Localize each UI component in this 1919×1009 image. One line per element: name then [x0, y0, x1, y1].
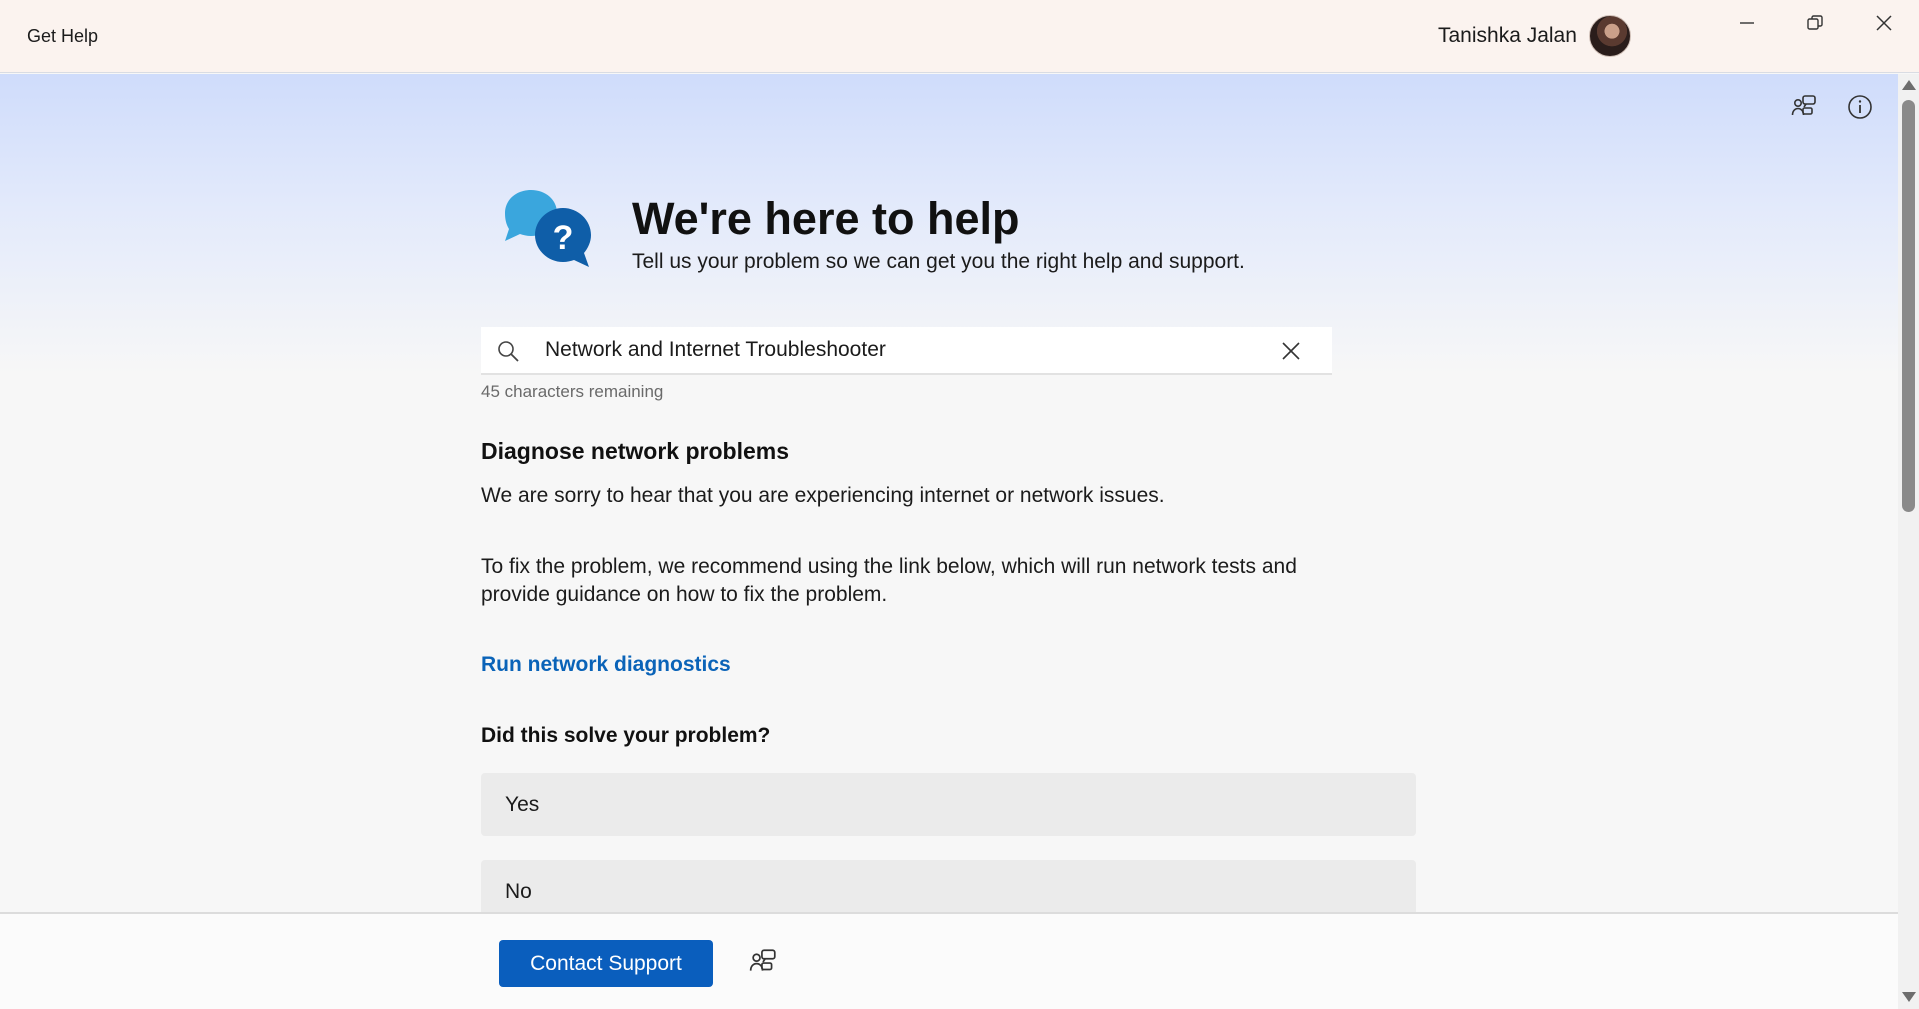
contact-support-button[interactable]: Contact Support: [499, 940, 713, 987]
close-icon: [1876, 15, 1892, 31]
footer-bar: Contact Support: [0, 912, 1898, 1009]
search-box[interactable]: [481, 327, 1332, 375]
clear-icon: [1282, 342, 1300, 360]
yes-button[interactable]: Yes: [481, 773, 1416, 836]
contact-support-icon-button[interactable]: [1789, 92, 1819, 122]
restore-button[interactable]: [1781, 0, 1849, 46]
user-account[interactable]: Tanishka Jalan: [1438, 14, 1631, 58]
recommendation-message: To fix the problem, we recommend using t…: [481, 555, 1297, 606]
minimize-button[interactable]: [1713, 0, 1781, 46]
close-button[interactable]: [1850, 0, 1918, 46]
user-name: Tanishka Jalan: [1438, 24, 1577, 47]
app-title: Get Help: [27, 26, 99, 46]
page-subtitle: Tell us your problem so we can get you t…: [632, 250, 1245, 273]
info-button[interactable]: [1845, 92, 1875, 122]
avatar[interactable]: [1588, 15, 1631, 57]
info-icon: [1848, 95, 1872, 119]
help-chat-bubble-icon: ?: [505, 190, 591, 267]
run-network-diagnostics-link[interactable]: Run network diagnostics: [481, 653, 731, 677]
characters-remaining: 45 characters remaining: [481, 382, 664, 401]
restore-icon: [1807, 15, 1823, 30]
search-input[interactable]: [545, 338, 1245, 362]
search-icon: [498, 341, 519, 362]
chat-support-icon: [1791, 95, 1816, 116]
scroll-down-arrow[interactable]: [1902, 992, 1916, 1002]
title-bar: Get Help Tanishka Jalan: [0, 0, 1919, 73]
sorry-message: We are sorry to hear that you are experi…: [481, 484, 1165, 507]
scroll-thumb[interactable]: [1902, 100, 1915, 512]
clear-search-button[interactable]: [1277, 337, 1305, 365]
minimize-icon: [1740, 22, 1754, 24]
scroll-up-arrow[interactable]: [1902, 80, 1916, 90]
feedback-question: Did this solve your problem?: [481, 724, 771, 747]
section-title: Diagnose network problems: [481, 438, 790, 464]
chat-support-icon[interactable]: [748, 947, 778, 977]
svg-text:?: ?: [553, 219, 574, 257]
page-title: We're here to help: [632, 193, 1020, 244]
